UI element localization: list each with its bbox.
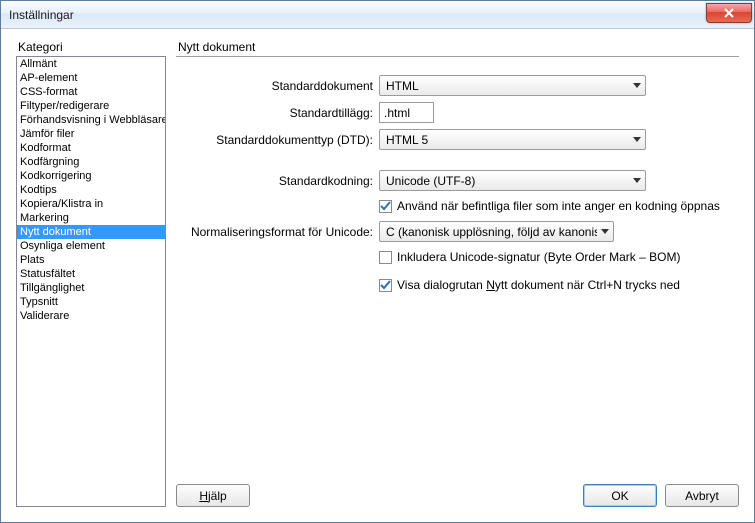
- label-normalization: Normaliseringsformat för Unicode:: [176, 225, 379, 239]
- category-item[interactable]: Typsnitt: [17, 295, 165, 309]
- category-item[interactable]: Markering: [17, 211, 165, 225]
- include-bom-checkbox[interactable]: [379, 251, 392, 264]
- default-dtd-value: HTML 5: [386, 133, 629, 147]
- category-item[interactable]: Validerare: [17, 309, 165, 323]
- show-dialog-checkbox[interactable]: [379, 279, 392, 292]
- form: Standarddokument HTML Standardtillägg: S…: [176, 75, 739, 300]
- close-icon: [723, 8, 735, 18]
- normalization-value: C (kanonisk upplösning, följd av kanonis…: [386, 225, 597, 239]
- row-normalization: Normaliseringsformat för Unicode: C (kan…: [176, 221, 739, 242]
- category-item[interactable]: Kodformat: [17, 141, 165, 155]
- category-item[interactable]: Allmänt: [17, 57, 165, 71]
- label-default-encoding: Standardkodning:: [176, 174, 379, 188]
- category-item[interactable]: Tillgänglighet: [17, 281, 165, 295]
- apply-existing-label: Använd när befintliga filer som inte ang…: [397, 199, 720, 213]
- label-default-document: Standarddokument: [176, 79, 379, 93]
- section-title: Nytt dokument: [176, 40, 739, 56]
- category-item[interactable]: Kopiera/Klistra in: [17, 197, 165, 211]
- category-panel: Kategori AllmäntAP-elementCSS-formatFilt…: [16, 40, 166, 507]
- preferences-window: Inställningar Kategori AllmäntAP-element…: [0, 0, 755, 523]
- row-default-dtd: Standarddokumenttyp (DTD): HTML 5: [176, 129, 739, 150]
- category-item[interactable]: CSS-format: [17, 85, 165, 99]
- row-apply-existing: Använd när befintliga filer som inte ang…: [379, 199, 739, 213]
- default-document-value: HTML: [386, 79, 629, 93]
- include-bom-label: Inkludera Unicode-signatur (Byte Order M…: [397, 250, 680, 264]
- show-dialog-label: Visa dialogrutan Nytt dokument när Ctrl+…: [397, 278, 680, 292]
- category-item[interactable]: Osynliga element: [17, 239, 165, 253]
- category-item[interactable]: Filtyper/redigerare: [17, 99, 165, 113]
- default-dtd-dropdown[interactable]: HTML 5: [379, 129, 646, 150]
- category-list[interactable]: AllmäntAP-elementCSS-formatFiltyper/redi…: [16, 56, 166, 507]
- row-default-extension: Standardtillägg:: [176, 102, 739, 123]
- row-show-dialog: Visa dialogrutan Nytt dokument när Ctrl+…: [379, 278, 739, 292]
- titlebar: Inställningar: [1, 1, 754, 29]
- category-item[interactable]: Statusfältet: [17, 267, 165, 281]
- chevron-down-icon: [633, 137, 641, 142]
- category-item[interactable]: Kodtips: [17, 183, 165, 197]
- row-default-encoding: Standardkodning: Unicode (UTF-8): [176, 170, 739, 191]
- apply-existing-checkbox[interactable]: [379, 200, 392, 213]
- row-include-bom: Inkludera Unicode-signatur (Byte Order M…: [379, 250, 739, 264]
- chevron-down-icon: [633, 178, 641, 183]
- category-item[interactable]: Plats: [17, 253, 165, 267]
- category-item[interactable]: Jämför filer: [17, 127, 165, 141]
- category-item[interactable]: Nytt dokument: [17, 225, 165, 239]
- cancel-button[interactable]: Avbryt: [665, 484, 739, 507]
- label-default-dtd: Standarddokumenttyp (DTD):: [176, 133, 379, 147]
- row-default-document: Standarddokument HTML: [176, 75, 739, 96]
- label-default-extension: Standardtillägg:: [176, 106, 379, 120]
- button-bar: Hjälp OK Avbryt: [176, 484, 739, 507]
- divider: [176, 56, 739, 57]
- category-item[interactable]: AP-element: [17, 71, 165, 85]
- close-button[interactable]: [706, 3, 752, 23]
- normalization-dropdown[interactable]: C (kanonisk upplösning, följd av kanonis…: [379, 221, 614, 242]
- content-panel: Nytt dokument Standarddokument HTML Stan…: [176, 40, 739, 507]
- chevron-down-icon: [633, 83, 641, 88]
- default-document-dropdown[interactable]: HTML: [379, 75, 646, 96]
- default-encoding-value: Unicode (UTF-8): [386, 174, 629, 188]
- default-extension-input[interactable]: [379, 102, 434, 123]
- ok-button[interactable]: OK: [583, 484, 657, 507]
- window-title: Inställningar: [9, 8, 706, 22]
- category-item[interactable]: Förhandsvisning i Webbläsare: [17, 113, 165, 127]
- default-encoding-dropdown[interactable]: Unicode (UTF-8): [379, 170, 646, 191]
- category-item[interactable]: Kodkorrigering: [17, 169, 165, 183]
- category-item[interactable]: Kodfärgning: [17, 155, 165, 169]
- help-button[interactable]: Hjälp: [176, 484, 250, 507]
- category-label: Kategori: [16, 40, 166, 56]
- chevron-down-icon: [601, 229, 609, 234]
- dialog-body: Kategori AllmäntAP-elementCSS-formatFilt…: [1, 29, 754, 522]
